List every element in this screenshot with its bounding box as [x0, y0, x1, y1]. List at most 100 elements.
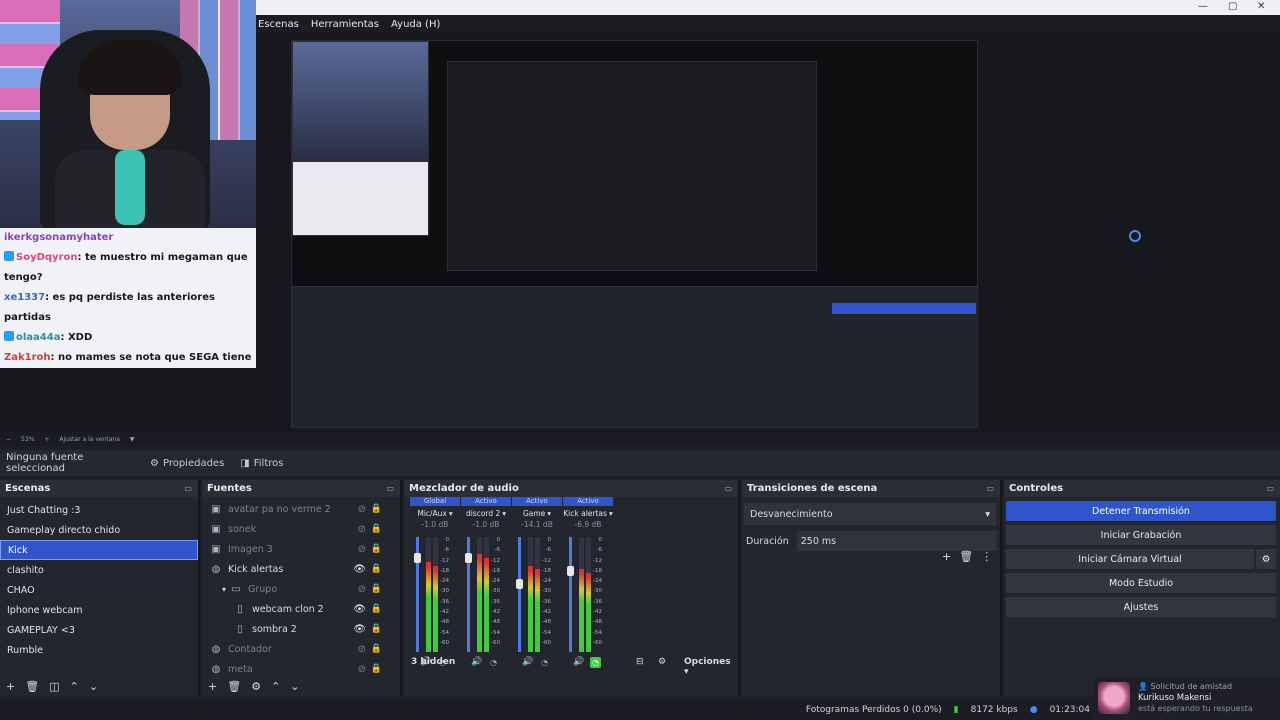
- lock-icon[interactable]: 🔒: [371, 604, 382, 614]
- volume-slider[interactable]: [465, 537, 472, 652]
- channel-name-select[interactable]: Mic/Aux ▾: [410, 507, 460, 519]
- channel-name-select[interactable]: Game ▾: [512, 507, 562, 519]
- speaker-icon[interactable]: 🔊: [522, 657, 533, 667]
- studio-mode-button[interactable]: Modo Estudio: [1006, 573, 1276, 593]
- eye-icon[interactable]: 👁: [353, 564, 366, 575]
- source-item[interactable]: ▯ webcam clon 2 👁 🔒: [202, 599, 400, 619]
- add-icon[interactable]: +: [208, 680, 217, 693]
- filters-button[interactable]: ◨ Filtros: [234, 455, 289, 472]
- source-item[interactable]: ▣ avatar pa no verme 2 ⊘ 🔒: [202, 499, 400, 519]
- scene-item[interactable]: Kick: [0, 540, 198, 560]
- eye-off-icon[interactable]: ⊘: [358, 544, 366, 555]
- scene-item[interactable]: Rumble: [0, 640, 198, 660]
- source-label: Imagen 3: [228, 543, 273, 555]
- filter-icon[interactable]: ◫: [49, 680, 59, 693]
- eye-off-icon[interactable]: ⊘: [358, 504, 366, 515]
- eye-off-icon[interactable]: ⊘: [358, 644, 366, 655]
- undock-icon[interactable]: ▭: [724, 484, 732, 493]
- add-icon[interactable]: +: [6, 680, 15, 693]
- friend-request-notification[interactable]: 👤 Solicitud de amistad Kurikuso Makensi …: [1094, 678, 1280, 720]
- close-icon[interactable]: ✕: [1257, 1, 1265, 12]
- lock-icon[interactable]: 🔒: [371, 584, 382, 594]
- source-item[interactable]: ◍ Kick alertas 👁 🔒: [202, 559, 400, 579]
- chevron-down-icon[interactable]: ⌄: [89, 680, 98, 693]
- source-item[interactable]: ▣ Imagen 3 ⊘ 🔒: [202, 539, 400, 559]
- minimize-icon[interactable]: —: [1198, 1, 1208, 12]
- lock-icon[interactable]: 🔒: [371, 664, 382, 674]
- source-item[interactable]: ▾ ▭ Grupo ⊘ 🔒: [202, 579, 400, 599]
- zoom-out-icon[interactable]: −: [6, 436, 11, 443]
- scene-item[interactable]: Gameplay directo chido: [0, 520, 198, 540]
- maximize-icon[interactable]: ▢: [1228, 1, 1237, 12]
- chevron-down-icon[interactable]: ▾: [222, 585, 226, 594]
- menu-tools[interactable]: Herramientas: [311, 19, 379, 30]
- menu-help[interactable]: Ayuda (H): [391, 19, 440, 30]
- eye-icon[interactable]: 👁: [353, 624, 366, 635]
- chevron-up-icon[interactable]: ⌃: [271, 680, 280, 693]
- start-virtual-camera-button[interactable]: Iniciar Cámara Virtual: [1006, 549, 1254, 569]
- undock-icon[interactable]: ▭: [184, 484, 192, 493]
- source-item[interactable]: ▯ sombra 2 👁 🔒: [202, 619, 400, 639]
- start-recording-button[interactable]: Iniciar Grabación: [1006, 525, 1276, 545]
- trash-icon[interactable]: 🗑: [25, 680, 39, 693]
- lock-icon[interactable]: 🔒: [371, 624, 382, 634]
- settings-button[interactable]: Ajustes: [1006, 597, 1276, 617]
- eye-off-icon[interactable]: ⊘: [358, 664, 366, 675]
- hidden-count: 3 hidden: [411, 657, 456, 667]
- eye-off-icon[interactable]: ⊘: [358, 584, 366, 595]
- eye-off-icon[interactable]: ⊘: [358, 524, 366, 535]
- monitor-icon[interactable]: ◔: [590, 657, 601, 668]
- volume-slider[interactable]: [567, 537, 574, 652]
- undock-icon[interactable]: ▭: [1266, 484, 1274, 493]
- slider-handle[interactable]: [465, 552, 472, 563]
- chevron-down-icon: ▾: [985, 508, 990, 520]
- lock-icon[interactable]: 🔒: [371, 644, 382, 654]
- trash-icon[interactable]: 🗑: [227, 680, 241, 693]
- more-icon[interactable]: ⋮: [981, 550, 992, 563]
- mixer-options-button[interactable]: Opciones ▾: [684, 657, 738, 677]
- lock-icon[interactable]: 🔒: [371, 544, 382, 554]
- add-icon[interactable]: +: [942, 550, 951, 563]
- scene-item[interactable]: Iphone webcam: [0, 600, 198, 620]
- lock-icon[interactable]: 🔒: [371, 524, 382, 534]
- scene-item[interactable]: clashito: [0, 560, 198, 580]
- volume-slider[interactable]: [414, 537, 421, 652]
- slider-handle[interactable]: [516, 579, 523, 589]
- volume-slider[interactable]: [516, 537, 523, 652]
- source-item[interactable]: ▣ sonek ⊘ 🔒: [202, 519, 400, 539]
- gear-icon[interactable]: ⚙: [251, 680, 261, 693]
- speaker-icon[interactable]: 🔊: [573, 657, 584, 667]
- menu-scenes[interactable]: Escenas: [258, 19, 299, 30]
- scene-item[interactable]: CHAO: [0, 580, 198, 600]
- stop-streaming-button[interactable]: Detener Transmisión: [1006, 501, 1276, 521]
- zoom-in-icon[interactable]: +: [44, 436, 49, 443]
- duration-input[interactable]: 250 ms: [796, 531, 997, 551]
- zoom-dropdown-icon[interactable]: ▼: [130, 436, 135, 443]
- program-preview[interactable]: [291, 40, 978, 428]
- slider-handle[interactable]: [414, 552, 421, 563]
- monitor-icon[interactable]: ◔: [488, 657, 499, 668]
- speaker-icon[interactable]: 🔊: [471, 657, 482, 667]
- source-label: webcam clon 2: [252, 603, 324, 615]
- slider-handle[interactable]: [567, 566, 574, 577]
- monitor-icon[interactable]: ◔: [539, 657, 550, 668]
- lock-icon[interactable]: 🔒: [371, 504, 382, 514]
- undock-icon[interactable]: ▭: [986, 484, 994, 493]
- scene-item[interactable]: GAMEPLAY <3: [0, 620, 198, 640]
- channel-name-select[interactable]: discord 2 ▾: [461, 507, 511, 519]
- virtual-camera-gear-icon[interactable]: ⚙: [1256, 549, 1276, 569]
- transition-select[interactable]: Desvanecimiento ▾: [744, 503, 996, 525]
- mixer-settings-icon[interactable]: ⚙: [658, 657, 666, 667]
- undock-icon[interactable]: ▭: [386, 484, 394, 493]
- channel-name-select[interactable]: Kick alertas ▾: [563, 507, 613, 519]
- trash-icon[interactable]: 🗑: [959, 550, 973, 563]
- source-item[interactable]: ◍ Contador ⊘ 🔒: [202, 639, 400, 659]
- eye-icon[interactable]: 👁: [353, 604, 366, 615]
- chevron-up-icon[interactable]: ⌃: [70, 680, 79, 693]
- lock-icon[interactable]: 🔒: [371, 564, 382, 574]
- scene-item[interactable]: Just Chatting :3: [0, 500, 198, 520]
- zoom-fit[interactable]: Ajustar a la ventana: [59, 436, 120, 443]
- mixer-layout-icon[interactable]: ⊟: [636, 657, 644, 667]
- chevron-down-icon[interactable]: ⌄: [290, 680, 299, 693]
- properties-button[interactable]: ⚙ Propiedades: [144, 455, 230, 472]
